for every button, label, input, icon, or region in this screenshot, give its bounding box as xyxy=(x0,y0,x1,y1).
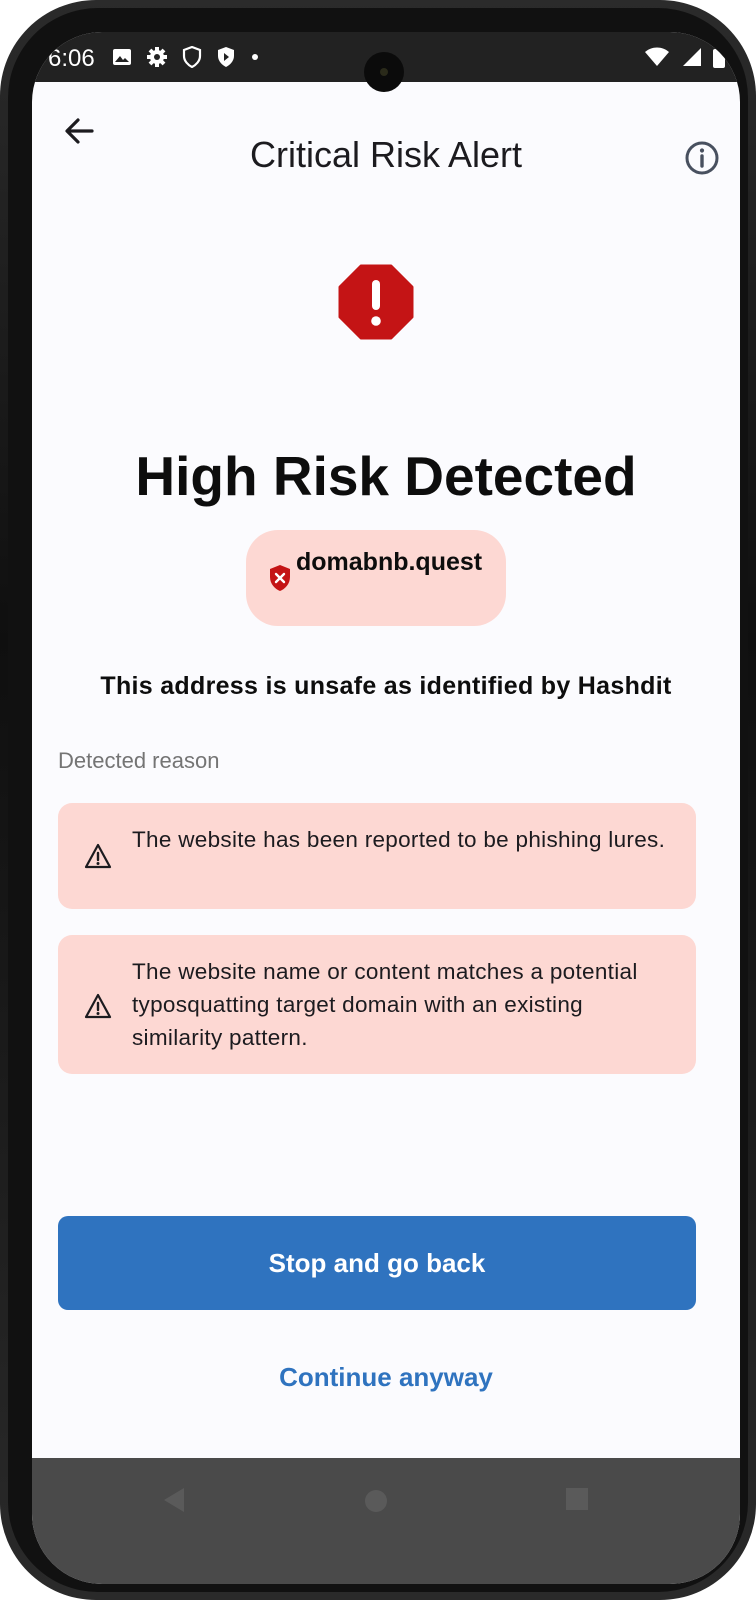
status-time: 6:06 xyxy=(48,45,95,72)
status-icons-left xyxy=(112,46,260,68)
domain-chip: domabnb.quest xyxy=(246,530,506,626)
battery-icon xyxy=(713,46,725,68)
nav-recents-icon[interactable] xyxy=(566,1488,588,1510)
system-nav-bar xyxy=(32,1458,740,1584)
detected-reason-label: Detected reason xyxy=(58,748,220,773)
reason-text: The website name or content matches a po… xyxy=(132,959,638,1050)
shield-x-icon xyxy=(270,565,290,591)
gear-icon xyxy=(147,47,167,67)
dot-icon xyxy=(252,54,258,60)
reason-card: The website has been reported to be phis… xyxy=(58,803,696,909)
signal-icon xyxy=(683,48,701,66)
reason-text: The website has been reported to be phis… xyxy=(132,827,666,852)
unsafe-message: This address is unsafe as identified by … xyxy=(100,672,672,700)
reason-card: The website name or content matches a po… xyxy=(58,935,696,1074)
warning-icon xyxy=(84,993,112,1019)
nav-home-icon[interactable] xyxy=(365,1490,387,1512)
page-title: Critical Risk Alert xyxy=(249,134,523,175)
shield-play-icon xyxy=(218,47,234,67)
continue-anyway-button[interactable]: Continue anyway xyxy=(32,1362,740,1393)
warning-icon xyxy=(84,843,112,869)
info-icon xyxy=(685,141,719,175)
screen: 6:06 Critical Risk Alert High Risk Detec… xyxy=(32,32,740,1584)
status-icons-right xyxy=(644,46,726,68)
shield-outline-icon xyxy=(182,46,202,68)
alert-headline: High Risk Detected xyxy=(135,445,637,507)
app-bar: Critical Risk Alert xyxy=(32,82,740,192)
phone-frame: 6:06 Critical Risk Alert High Risk Detec… xyxy=(0,0,756,1600)
phone-bezel: 6:06 Critical Risk Alert High Risk Detec… xyxy=(8,8,748,1592)
octagon-exclamation-icon xyxy=(338,264,414,340)
nav-back-icon[interactable] xyxy=(162,1486,186,1514)
image-icon xyxy=(113,49,131,65)
stop-and-go-back-button[interactable]: Stop and go back xyxy=(58,1216,696,1310)
wifi-icon xyxy=(645,47,669,66)
info-button[interactable] xyxy=(684,140,720,176)
domain-text: domabnb.quest xyxy=(296,548,483,576)
